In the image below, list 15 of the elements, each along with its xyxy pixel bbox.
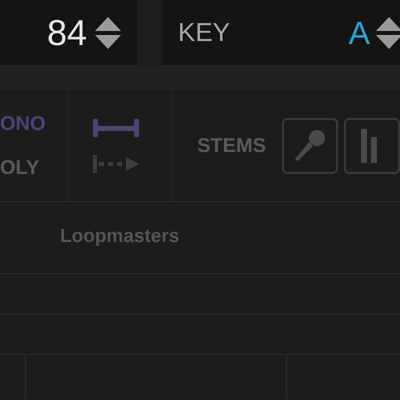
dotted-arrow-icon[interactable] (93, 154, 140, 172)
tempo-value: 84 (46, 10, 87, 54)
voice-mode-option[interactable]: ONO (0, 108, 68, 138)
microphone-icon (294, 128, 326, 162)
down-arrow-icon[interactable] (376, 34, 400, 48)
key-label: KEY (178, 16, 230, 49)
library-label: Loopmasters (60, 225, 180, 250)
key-stepper[interactable] (376, 16, 400, 48)
up-arrow-icon[interactable] (95, 16, 121, 30)
stems-label: STEMS (197, 134, 266, 158)
tempo-stepper[interactable] (95, 16, 121, 48)
up-arrow-icon[interactable] (376, 16, 400, 30)
down-arrow-icon[interactable] (95, 34, 121, 48)
voice-mode-option[interactable]: OLY (0, 152, 68, 182)
key-value: A (348, 14, 370, 52)
